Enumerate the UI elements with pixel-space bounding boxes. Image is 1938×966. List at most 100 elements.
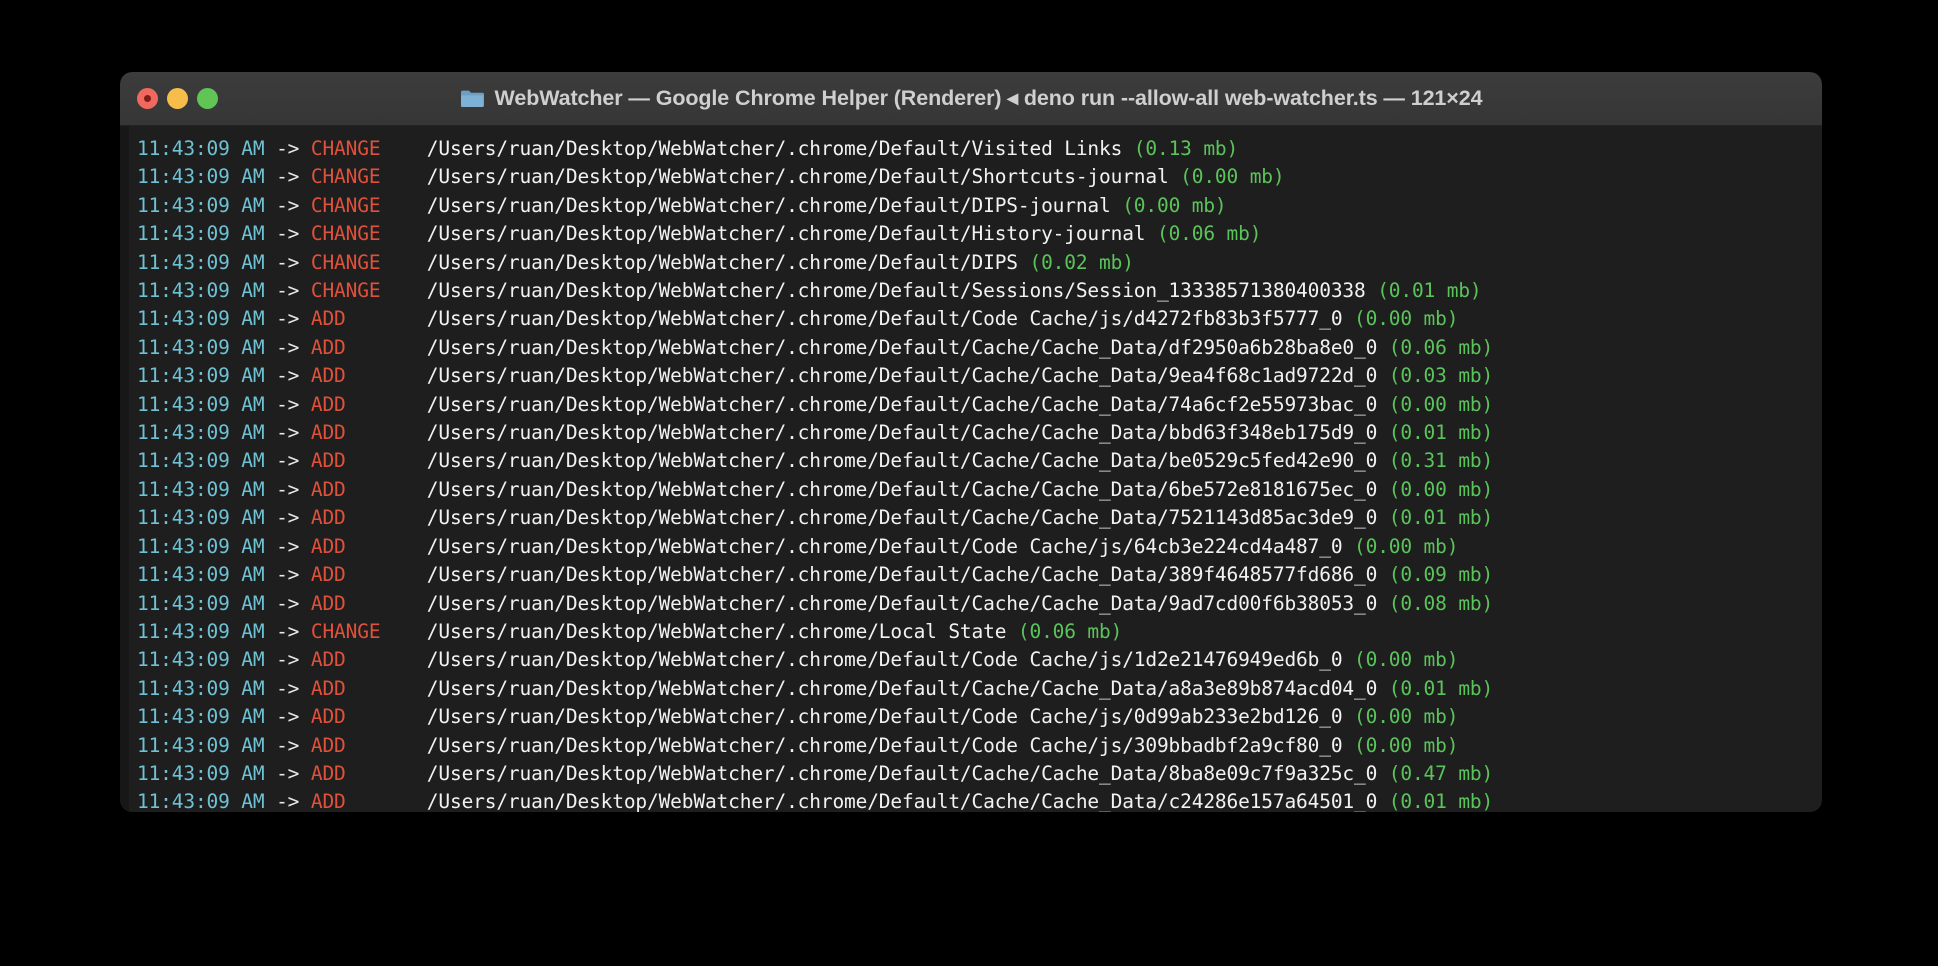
terminal-line: 11:43:09 AM -> ADD /Users/ruan/Desktop/W… bbox=[137, 476, 1822, 504]
log-file-size: (0.13 mb) bbox=[1133, 137, 1239, 160]
terminal-line: 11:43:09 AM -> ADD /Users/ruan/Desktop/W… bbox=[137, 419, 1822, 447]
log-event-type: ADD bbox=[310, 790, 346, 812]
log-gap bbox=[1018, 251, 1030, 274]
log-timestamp: 11:43:09 AM bbox=[137, 307, 265, 331]
window-titlebar[interactable]: WebWatcher — Google Chrome Helper (Rende… bbox=[120, 72, 1822, 126]
log-column-pad bbox=[346, 506, 427, 529]
log-gap bbox=[1377, 449, 1389, 472]
log-timestamp: 11:43:09 AM bbox=[137, 790, 265, 812]
log-file-size: (0.00 mb) bbox=[1354, 705, 1459, 729]
log-file-size: (0.00 mb) bbox=[1354, 648, 1459, 672]
log-event-type: ADD bbox=[310, 421, 346, 445]
log-arrow: -> bbox=[264, 222, 311, 246]
terminal-line: 11:43:09 AM -> ADD /Users/ruan/Desktop/W… bbox=[137, 675, 1822, 703]
log-gap bbox=[1342, 535, 1354, 558]
log-arrow: -> bbox=[264, 676, 311, 700]
minimize-button-icon[interactable] bbox=[167, 88, 188, 109]
log-gap bbox=[1377, 421, 1389, 444]
log-file-path: /Users/ruan/Desktop/WebWatcher/.chrome/D… bbox=[426, 506, 1378, 530]
log-arrow: -> bbox=[264, 307, 311, 331]
log-gap bbox=[1377, 592, 1389, 615]
log-column-pad bbox=[346, 705, 427, 728]
terminal-body[interactable]: 11:43:09 AM -> CHANGE /Users/ruan/Deskto… bbox=[120, 126, 1822, 812]
log-file-size: (0.00 mb) bbox=[1354, 307, 1459, 331]
log-event-type: ADD bbox=[310, 335, 346, 359]
log-gap bbox=[1377, 790, 1389, 812]
log-file-size: (0.01 mb) bbox=[1388, 790, 1494, 812]
log-gap bbox=[1377, 478, 1389, 501]
terminal-line: 11:43:09 AM -> ADD /Users/ruan/Desktop/W… bbox=[137, 760, 1822, 788]
log-arrow: -> bbox=[264, 790, 311, 812]
log-timestamp: 11:43:09 AM bbox=[137, 648, 265, 672]
log-event-type: ADD bbox=[310, 449, 346, 473]
maximize-button-icon[interactable] bbox=[197, 88, 218, 109]
log-file-size: (0.08 mb) bbox=[1388, 591, 1494, 615]
log-file-path: /Users/ruan/Desktop/WebWatcher/.chrome/D… bbox=[426, 364, 1378, 388]
log-file-size: (0.01 mb) bbox=[1377, 279, 1482, 303]
log-file-size: (0.06 mb) bbox=[1388, 335, 1494, 359]
log-event-type: ADD bbox=[310, 733, 346, 757]
log-column-pad bbox=[380, 222, 426, 245]
desktop-background: WebWatcher — Google Chrome Helper (Rende… bbox=[0, 0, 1938, 966]
terminal-line: 11:43:09 AM -> CHANGE /Users/ruan/Deskto… bbox=[137, 277, 1822, 305]
log-arrow: -> bbox=[264, 364, 311, 388]
log-file-path: /Users/ruan/Desktop/WebWatcher/.chrome/D… bbox=[426, 449, 1378, 473]
log-file-path: /Users/ruan/Desktop/WebWatcher/.chrome/D… bbox=[426, 733, 1343, 757]
log-file-size: (0.09 mb) bbox=[1388, 563, 1494, 587]
log-column-pad bbox=[346, 307, 427, 330]
log-timestamp: 11:43:09 AM bbox=[137, 392, 265, 416]
terminal-line: 11:43:09 AM -> ADD /Users/ruan/Desktop/W… bbox=[137, 646, 1822, 674]
log-arrow: -> bbox=[264, 705, 311, 729]
log-column-pad bbox=[346, 592, 427, 615]
log-event-type: ADD bbox=[310, 392, 346, 416]
log-arrow: -> bbox=[264, 506, 311, 530]
log-file-size: (0.06 mb) bbox=[1156, 222, 1262, 246]
log-file-path: /Users/ruan/Desktop/WebWatcher/.chrome/D… bbox=[426, 761, 1378, 785]
log-column-pad bbox=[346, 364, 427, 387]
log-file-path: /Users/ruan/Desktop/WebWatcher/.chrome/D… bbox=[426, 335, 1378, 359]
log-arrow: -> bbox=[264, 392, 311, 416]
log-timestamp: 11:43:09 AM bbox=[137, 250, 265, 274]
log-event-type: ADD bbox=[310, 648, 346, 672]
terminal-window: WebWatcher — Google Chrome Helper (Rende… bbox=[120, 72, 1822, 812]
log-gap bbox=[1342, 307, 1354, 330]
log-file-size: (0.02 mb) bbox=[1029, 250, 1134, 274]
log-arrow: -> bbox=[264, 137, 311, 160]
log-file-path: /Users/ruan/Desktop/WebWatcher/.chrome/L… bbox=[426, 619, 1007, 643]
log-timestamp: 11:43:09 AM bbox=[137, 335, 265, 359]
terminal-line: 11:43:09 AM -> CHANGE /Users/ruan/Deskto… bbox=[137, 192, 1822, 220]
log-gap bbox=[1377, 677, 1389, 700]
terminal-line: 11:43:09 AM -> ADD /Users/ruan/Desktop/W… bbox=[137, 447, 1822, 475]
log-arrow: -> bbox=[264, 279, 311, 303]
log-event-type: ADD bbox=[310, 563, 346, 587]
log-column-pad bbox=[380, 279, 426, 302]
log-column-pad bbox=[346, 790, 427, 812]
terminal-line: 11:43:09 AM -> ADD /Users/ruan/Desktop/W… bbox=[137, 334, 1822, 362]
log-arrow: -> bbox=[264, 477, 311, 501]
log-arrow: -> bbox=[264, 648, 311, 672]
log-timestamp: 11:43:09 AM bbox=[137, 193, 265, 217]
close-button-icon[interactable] bbox=[137, 88, 158, 109]
terminal-line: 11:43:09 AM -> ADD /Users/ruan/Desktop/W… bbox=[137, 590, 1822, 618]
log-timestamp: 11:43:09 AM bbox=[137, 364, 265, 388]
log-timestamp: 11:43:09 AM bbox=[137, 733, 265, 757]
terminal-line: 11:43:09 AM -> ADD /Users/ruan/Desktop/W… bbox=[137, 788, 1822, 812]
log-timestamp: 11:43:09 AM bbox=[137, 506, 265, 530]
log-file-path: /Users/ruan/Desktop/WebWatcher/.chrome/D… bbox=[426, 421, 1378, 445]
log-event-type: CHANGE bbox=[310, 222, 381, 246]
log-column-pad bbox=[380, 251, 426, 274]
log-gap bbox=[1342, 648, 1354, 671]
log-event-type: ADD bbox=[310, 591, 346, 615]
log-file-path: /Users/ruan/Desktop/WebWatcher/.chrome/D… bbox=[426, 307, 1343, 331]
log-timestamp: 11:43:09 AM bbox=[137, 222, 265, 246]
log-event-type: ADD bbox=[310, 364, 346, 388]
log-event-type: ADD bbox=[310, 705, 346, 729]
terminal-line: 11:43:09 AM -> ADD /Users/ruan/Desktop/W… bbox=[137, 533, 1822, 561]
log-file-path: /Users/ruan/Desktop/WebWatcher/.chrome/D… bbox=[426, 705, 1343, 729]
log-gap bbox=[1006, 620, 1018, 643]
log-event-type: ADD bbox=[310, 477, 346, 501]
log-timestamp: 11:43:09 AM bbox=[137, 676, 265, 700]
log-file-size: (0.00 mb) bbox=[1354, 733, 1459, 757]
log-column-pad bbox=[346, 336, 427, 359]
terminal-line: 11:43:09 AM -> CHANGE /Users/ruan/Deskto… bbox=[137, 220, 1822, 248]
